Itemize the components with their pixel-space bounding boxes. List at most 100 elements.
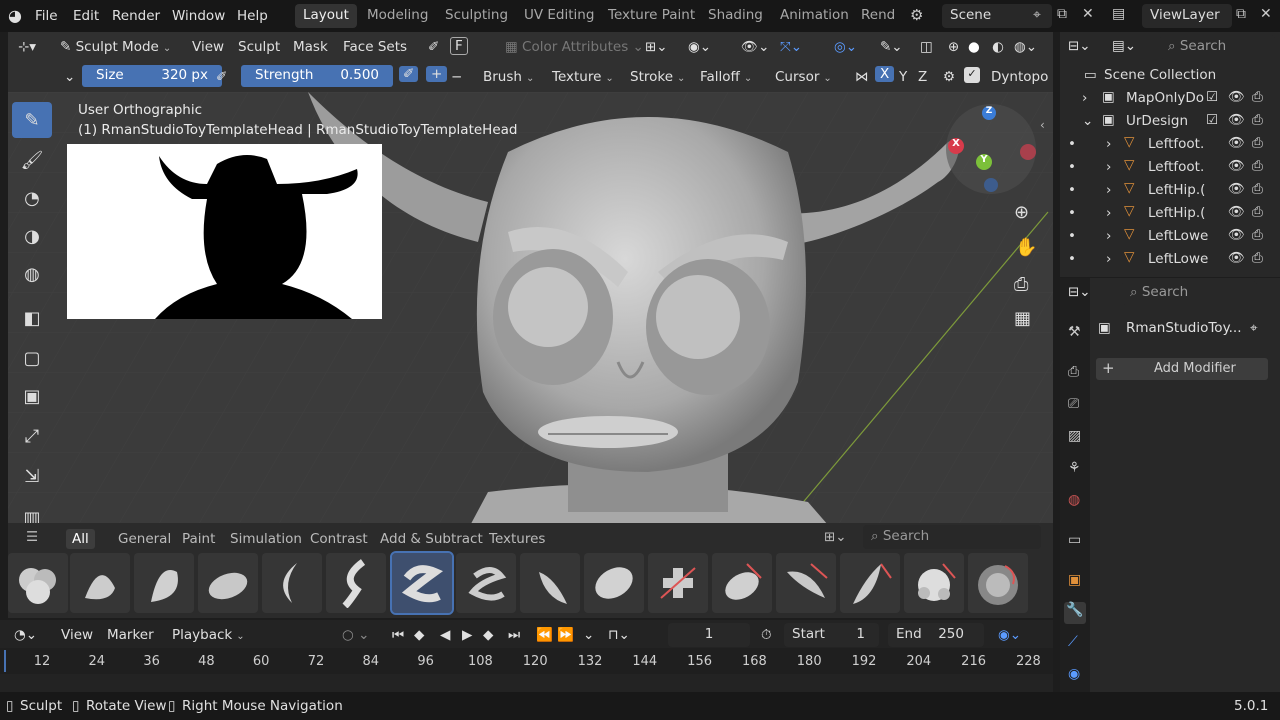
checkbox-icon[interactable]: ☑ [1206, 112, 1218, 128]
properties-editor-type-icon[interactable]: ⊟⌄ [1068, 284, 1091, 300]
strength-pressure-icon[interactable]: ✐ [399, 66, 419, 82]
workspace-tab-layout[interactable]: Layout [295, 4, 357, 28]
gizmo-y-axis[interactable]: Y [976, 154, 992, 170]
asset-tab-all[interactable]: All [66, 529, 95, 549]
brush-thumb-grab[interactable] [520, 553, 580, 613]
outliner-row[interactable]: • › ▽ Leftfoot. 👁 ⎙ [1060, 133, 1270, 156]
gizmo-z-axis[interactable]: Z [982, 106, 996, 120]
sync-icon[interactable]: ◉⌄ [998, 627, 1021, 643]
camera-icon[interactable]: ⎙ [1252, 250, 1263, 266]
asset-tab-contrast[interactable]: Contrast [304, 531, 374, 547]
strength-field[interactable]: Strength 0.500 [241, 65, 393, 87]
jump-start-icon[interactable]: ⏮ [392, 627, 404, 643]
outliner-editor-type-icon[interactable]: ⊟⌄ [1068, 38, 1091, 54]
draw-brush-tool-icon[interactable]: ✎ [12, 102, 52, 138]
visibility-icon[interactable]: 👁⌄ [741, 39, 769, 55]
play-reverse-icon[interactable]: ◀ [440, 627, 450, 643]
object-tab-icon[interactable]: ▣ [1068, 572, 1081, 588]
play-icon[interactable]: ▶ [462, 627, 472, 643]
box-mask-tool-icon[interactable]: ◧ [12, 300, 52, 336]
modifier-tab-icon[interactable]: 🔧 [1064, 602, 1086, 624]
eye-icon[interactable]: 👁 [1228, 89, 1245, 105]
workspace-tab-uv-editing[interactable]: UV Editing [516, 4, 602, 28]
timeline-editor-type-icon[interactable]: ◔⌄ [14, 627, 37, 643]
symmetry-z-toggle[interactable]: Z [918, 69, 927, 85]
outliner-row[interactable]: • › ▽ LeftHip.(👁 ⎙ [1060, 179, 1270, 202]
subtract-direction-button[interactable]: − [451, 69, 462, 85]
auto-keying-icon[interactable]: ⊓⌄ [608, 627, 630, 643]
collection-tab-icon[interactable]: ▭ [1068, 532, 1081, 548]
zoom-icon[interactable]: ⊕ [1014, 202, 1029, 223]
pin-icon[interactable]: ⌖ [1033, 7, 1041, 23]
sidebar-toggle-icon[interactable]: ‹ [1040, 118, 1045, 132]
workspace-tab-sculpting[interactable]: Sculpting [437, 4, 516, 28]
grid-view-icon[interactable]: ▦ [1014, 308, 1031, 329]
brush-thumb-mask[interactable] [712, 553, 772, 613]
rendered-shading-icon[interactable]: ◍⌄ [1014, 39, 1037, 55]
menu-help[interactable]: Help [237, 8, 268, 24]
asset-tab-general[interactable]: General [112, 531, 177, 547]
f-key-badge[interactable]: F [450, 37, 468, 55]
color-tool-icon[interactable]: ◑ [12, 218, 52, 254]
asset-tab-add-subtract[interactable]: Add & Subtract [374, 531, 489, 547]
eye-icon[interactable]: 👁 [1228, 135, 1245, 151]
outliner-row[interactable]: › ▣ MapOnlyDo ☑ 👁 ⎙ [1060, 87, 1270, 110]
menu-view[interactable]: View [192, 39, 224, 55]
camera-icon[interactable]: ⎙ [1252, 135, 1263, 151]
snap-icon[interactable]: ◉⌄ [688, 39, 711, 55]
start-frame-field[interactable]: Start 1 [784, 623, 879, 647]
asset-tab-paint[interactable]: Paint [176, 531, 221, 547]
scene-icon[interactable]: ⚙ [910, 6, 923, 24]
gizmo-icon[interactable]: ⤧⌄ [780, 39, 802, 55]
menu-render[interactable]: Render [112, 8, 160, 24]
outliner-row[interactable]: • › ▽ LeftHip.(👁 ⎙ [1060, 202, 1270, 225]
brush-thumb-texture[interactable] [968, 553, 1028, 613]
brush-thumb-draw-sharp[interactable] [326, 553, 386, 613]
camera-icon[interactable]: ⎙ [1252, 89, 1263, 105]
lock-icon[interactable]: ⚙ [943, 69, 955, 85]
pin-icon[interactable]: ⌖ [1250, 320, 1258, 336]
outliner-search-input[interactable]: ⌕ Search [1160, 35, 1275, 59]
timeline-menu-view[interactable]: View [61, 627, 93, 643]
display-mode-icon[interactable]: ▤⌄ [1112, 38, 1136, 54]
eye-icon[interactable]: 👁 [1228, 204, 1245, 220]
asset-search-input[interactable]: ⌕ Search [863, 525, 1041, 549]
outliner-row[interactable]: • › ▽ LeftLowe 👁 ⎙ [1060, 248, 1270, 271]
physics-tab-icon[interactable]: ◉ [1068, 666, 1080, 682]
particles-tab-icon[interactable]: ⟋ [1068, 634, 1078, 650]
menu-edit[interactable]: Edit [73, 8, 99, 24]
brush-thumb-draw[interactable] [262, 553, 322, 613]
workspace-tab-animation[interactable]: Animation [772, 4, 857, 28]
prev-keyframe-icon[interactable]: ◆ [414, 627, 424, 643]
camera-icon[interactable]: ⎙ [1252, 158, 1263, 174]
eye-icon[interactable]: 👁 [1228, 112, 1245, 128]
next-marker-icon[interactable]: ⏩ [557, 627, 574, 643]
render-tab-icon[interactable]: ⎙ [1068, 364, 1079, 380]
camera-icon[interactable]: ⎙ [1252, 204, 1263, 220]
move-tool-icon[interactable]: ⇲ [12, 458, 52, 494]
cursor-dropdown[interactable]: Cursor ⌄ [775, 69, 832, 85]
output-tab-icon[interactable]: ⎚ [1068, 396, 1079, 412]
solid-shading-icon[interactable]: ● [968, 39, 980, 55]
camera-icon[interactable]: ⎙ [1014, 274, 1028, 295]
add-direction-button[interactable]: + [426, 66, 448, 82]
workspace-tab-texture-paint[interactable]: Texture Paint [600, 4, 703, 28]
playback-dropdown[interactable]: Playback ⌄ [172, 627, 245, 643]
eye-icon[interactable]: 👁 [1228, 250, 1245, 266]
asset-tab-textures[interactable]: Textures [483, 531, 551, 547]
brush-thumb-clay[interactable] [70, 553, 130, 613]
mode-selector[interactable]: ✎ Sculpt Mode ⌄ [60, 39, 171, 55]
symmetry-icon[interactable]: ⋈ [855, 69, 869, 85]
falloff-dropdown[interactable]: Falloff ⌄ [700, 69, 752, 85]
brush-thumb-layer[interactable] [648, 553, 708, 613]
scene-tab-icon[interactable]: ⚘ [1068, 460, 1081, 476]
outliner-row[interactable]: • › ▽ LeftLowe 👁 ⎙ [1060, 225, 1270, 248]
brush-thumb-clay-strips[interactable] [134, 553, 194, 613]
brush-dropdown[interactable]: Brush ⌄ [483, 69, 534, 85]
next-keyframe-icon[interactable]: ◆ [483, 627, 493, 643]
workspace-tab-rendering[interactable]: Rend [853, 4, 903, 28]
add-modifier-button[interactable]: + Add Modifier [1096, 358, 1268, 380]
camera-icon[interactable]: ⎙ [1252, 227, 1263, 243]
menu-sculpt[interactable]: Sculpt [238, 39, 280, 55]
close-viewlayer-icon[interactable]: ✕ [1260, 6, 1272, 22]
